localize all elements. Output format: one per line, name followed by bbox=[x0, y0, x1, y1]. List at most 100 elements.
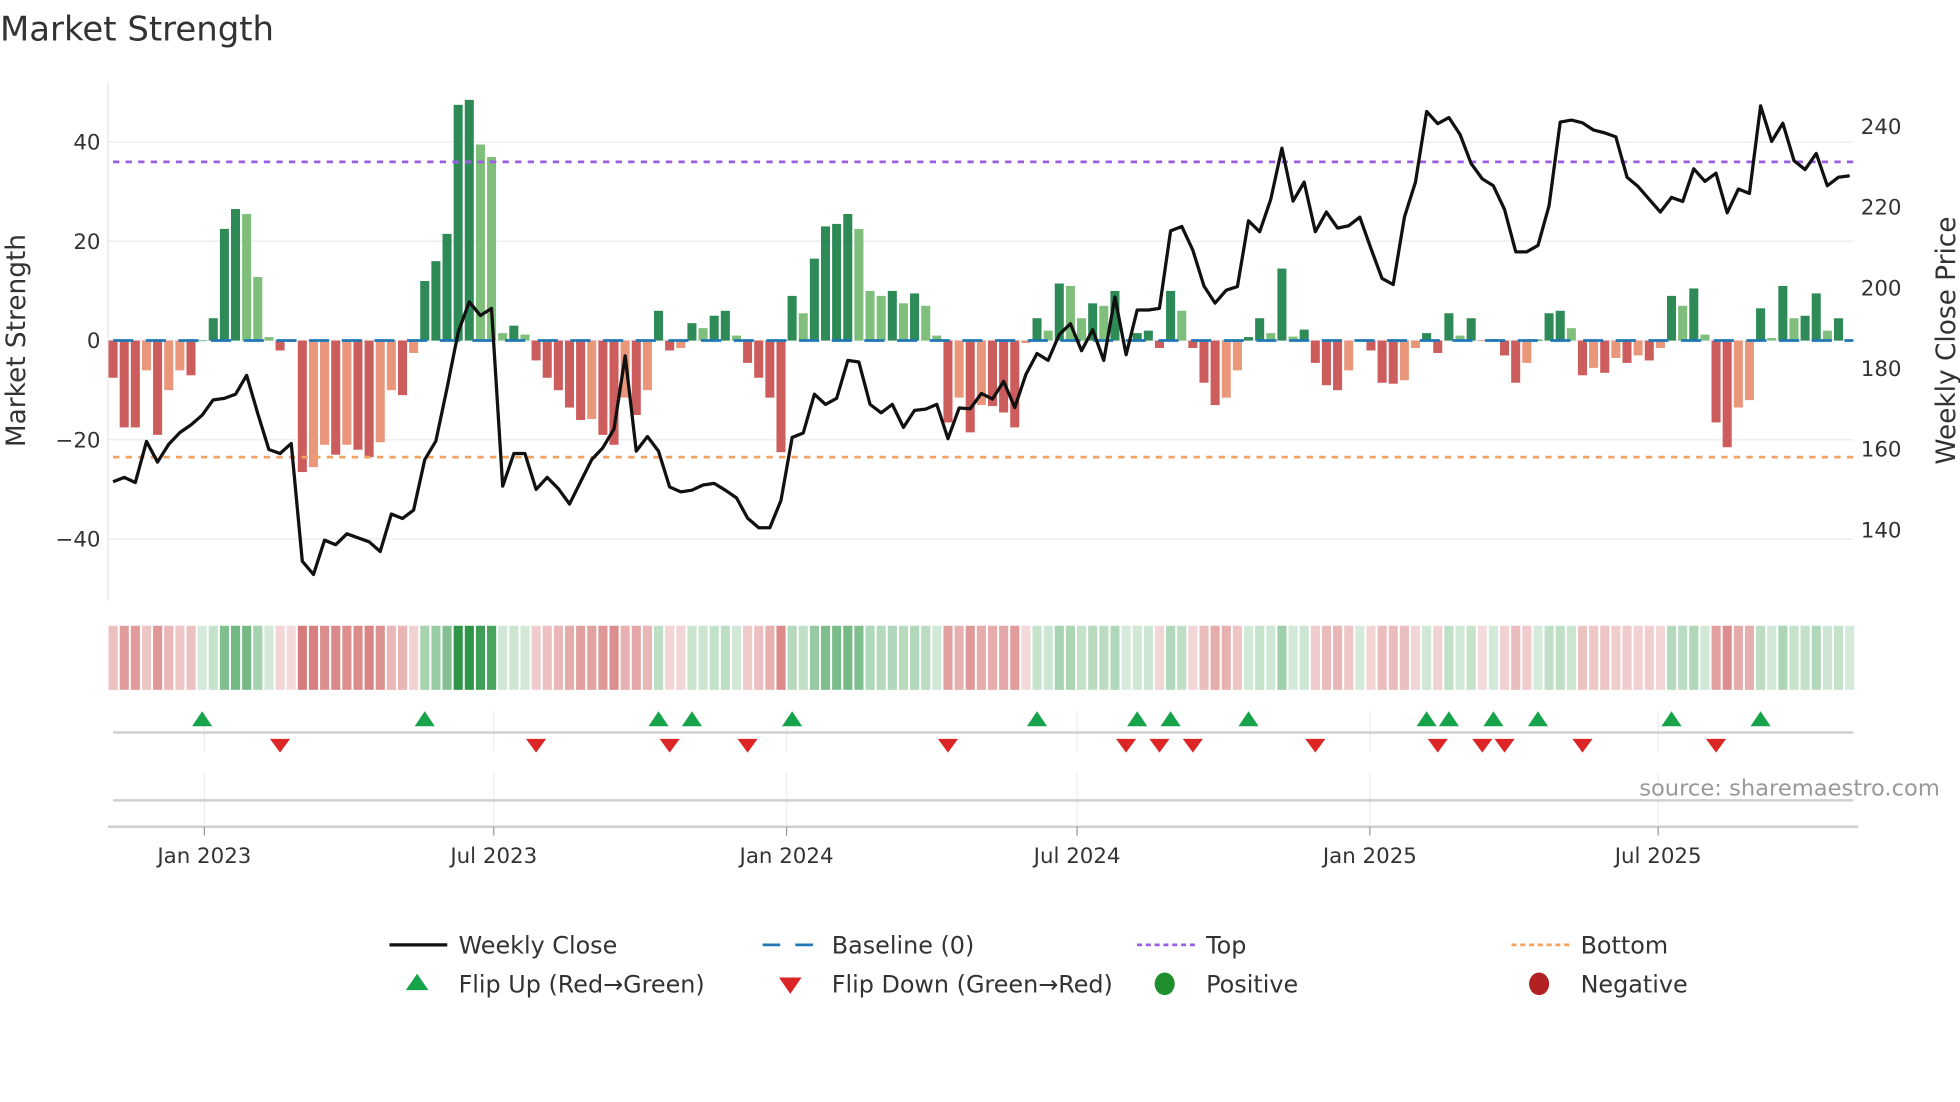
flip-down-marker bbox=[1182, 738, 1203, 753]
strip-cell bbox=[1589, 625, 1599, 690]
flip-up-marker bbox=[1238, 711, 1259, 727]
strength-bar bbox=[420, 280, 430, 341]
strength-bar bbox=[587, 340, 597, 419]
left-tick-label: 20 bbox=[73, 230, 100, 255]
strip-cell bbox=[1833, 625, 1844, 690]
flip-down-marker bbox=[1472, 738, 1493, 753]
strip-cell bbox=[1021, 625, 1031, 690]
strip-cell bbox=[1221, 625, 1231, 690]
strip-cell bbox=[1077, 625, 1087, 690]
right-tick-label: 160 bbox=[1861, 438, 1902, 463]
strip-cell bbox=[197, 625, 207, 690]
strength-bar bbox=[1466, 318, 1476, 341]
strip-cell bbox=[1310, 625, 1320, 690]
strip-cell bbox=[854, 625, 864, 690]
strip-cell bbox=[1500, 625, 1510, 690]
strip-cell bbox=[1678, 625, 1688, 690]
strength-bar bbox=[787, 295, 797, 341]
strip-cell bbox=[1088, 625, 1098, 690]
strength-bar bbox=[1577, 340, 1587, 376]
strength-bar bbox=[665, 340, 675, 351]
strip-cell bbox=[509, 625, 519, 690]
strength-bar bbox=[108, 340, 118, 378]
flip-up-marker bbox=[782, 711, 803, 727]
strength-bar bbox=[876, 295, 886, 341]
strip-cell bbox=[698, 625, 708, 690]
flip-up-marker bbox=[1527, 711, 1548, 727]
strength-bar bbox=[375, 340, 385, 443]
right-tick-label: 140 bbox=[1861, 518, 1902, 543]
strip-cell bbox=[487, 625, 497, 690]
strip-cell bbox=[1522, 625, 1532, 690]
strip-cell bbox=[1299, 625, 1309, 690]
x-tick-label: Jan 2024 bbox=[738, 844, 834, 869]
strip-cell bbox=[219, 625, 229, 690]
reference-lines bbox=[113, 160, 1854, 459]
strip-cell bbox=[286, 625, 296, 690]
right-tick-label: 200 bbox=[1861, 276, 1902, 301]
strip-cell bbox=[442, 625, 452, 690]
right-tick-label: 240 bbox=[1861, 115, 1902, 140]
flip-down-marker bbox=[1494, 738, 1515, 753]
strength-bar bbox=[1633, 340, 1643, 356]
strength-bar bbox=[843, 213, 853, 341]
strength-bar bbox=[1700, 334, 1710, 341]
strip-cell bbox=[498, 625, 508, 690]
strength-bar bbox=[141, 340, 151, 371]
strength-bar bbox=[1622, 340, 1632, 363]
strength-bar bbox=[353, 340, 363, 450]
strength-bar bbox=[186, 340, 196, 376]
strip-cell bbox=[731, 625, 742, 690]
strength-bar bbox=[1333, 340, 1343, 391]
strip-cell bbox=[464, 625, 474, 690]
strip-cell bbox=[1444, 625, 1454, 690]
strength-bar bbox=[1010, 340, 1020, 428]
strength-bar bbox=[1689, 288, 1699, 341]
strip-cell bbox=[564, 625, 575, 690]
strength-bar bbox=[264, 337, 274, 341]
strip-cell bbox=[1255, 625, 1265, 690]
x-tick-label: Jan 2023 bbox=[155, 844, 251, 869]
strip-cell bbox=[320, 625, 330, 690]
left-tick-label: −40 bbox=[55, 528, 100, 553]
legend-item: Weekly Close bbox=[389, 932, 617, 960]
triangle-up-icon bbox=[405, 973, 429, 991]
strip-cell bbox=[1243, 625, 1254, 690]
strip-cell bbox=[1099, 625, 1109, 690]
strength-bar bbox=[921, 305, 931, 341]
legend-label: Baseline (0) bbox=[832, 932, 975, 960]
legend-label: Flip Up (Red→Green) bbox=[459, 971, 705, 999]
strip-cell bbox=[475, 625, 486, 690]
strength-bar bbox=[654, 310, 664, 341]
strength-bar bbox=[1544, 313, 1554, 341]
strip-cell bbox=[1199, 625, 1209, 690]
strip-cell bbox=[1366, 625, 1376, 690]
flip-up-marker bbox=[1661, 711, 1682, 727]
strength-bar bbox=[164, 340, 174, 391]
strength-bar bbox=[1143, 330, 1153, 341]
strip-cell bbox=[186, 625, 196, 690]
strip-cell bbox=[342, 625, 352, 690]
legend-item: Flip Down (Green→Red) bbox=[778, 971, 1113, 999]
strength-bar bbox=[743, 340, 753, 363]
strength-bar bbox=[898, 303, 908, 341]
strip-cell bbox=[1577, 625, 1588, 690]
flip-up-marker bbox=[1160, 711, 1181, 727]
strength-bar bbox=[253, 277, 263, 341]
strength-bar bbox=[453, 104, 463, 341]
strength-bar bbox=[308, 340, 318, 468]
strip-cell bbox=[1800, 625, 1810, 690]
strength-bar bbox=[1210, 340, 1220, 406]
strip-cell bbox=[1778, 625, 1788, 690]
strip-cell bbox=[987, 625, 998, 690]
strip-cell bbox=[308, 625, 319, 690]
strength-bar bbox=[1043, 330, 1053, 341]
strength-bar bbox=[854, 228, 864, 341]
strip-cell bbox=[1488, 625, 1499, 690]
strip-cell bbox=[598, 625, 608, 690]
legend-label: Weekly Close bbox=[459, 932, 618, 960]
strip-cell bbox=[1399, 625, 1409, 690]
strip-cell bbox=[264, 625, 274, 690]
strip-cell bbox=[965, 625, 975, 690]
strip-cell bbox=[1344, 625, 1354, 690]
